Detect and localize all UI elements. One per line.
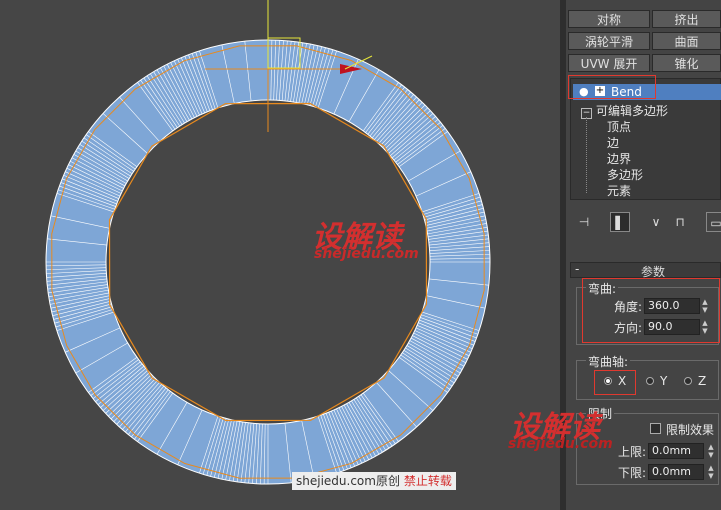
footer-original: 原创 — [375, 474, 400, 488]
inner-gizmo-outline — [108, 102, 428, 422]
axis-z-label: Z — [698, 374, 707, 388]
extrude-button[interactable]: 挤出 — [652, 10, 721, 28]
subobject-vertex[interactable]: 顶点 — [607, 118, 631, 135]
upper-limit-input[interactable]: 0.0mm — [648, 443, 704, 459]
surface-button[interactable]: 曲面 — [652, 32, 721, 50]
upper-limit-spinner[interactable]: ▲ ▼ — [706, 443, 716, 459]
watermark-url: shejiedu.com — [314, 246, 419, 262]
bend-axis-label: 弯曲轴: — [586, 353, 631, 370]
rollout-parameters-header[interactable]: - 参数 — [570, 262, 721, 279]
highlight-bend-params-box — [582, 278, 720, 343]
stack-item-editable-poly[interactable]: − 可编辑多边形 — [581, 102, 668, 119]
subobject-element[interactable]: 元素 — [607, 182, 631, 199]
axis-z-radio[interactable] — [684, 377, 692, 385]
watermark-url-2: shejiedu.com — [508, 436, 613, 452]
uvw-unwrap-button[interactable]: UVW 展开 — [568, 54, 650, 72]
symmetry-button[interactable]: 对称 — [568, 10, 650, 28]
subobject-border[interactable]: 边界 — [607, 150, 631, 167]
tree-line — [586, 117, 588, 193]
configure-sets-icon[interactable]: ▭ — [706, 212, 721, 232]
ring-mesh — [45, 0, 491, 485]
footer-notice: 禁止转载 — [403, 474, 452, 488]
limit-effect-checkbox[interactable] — [650, 423, 661, 434]
3d-viewport[interactable] — [0, 0, 560, 510]
subobject-polygon[interactable]: 多边形 — [607, 166, 643, 183]
lower-limit-spinner[interactable]: ▲ ▼ — [706, 464, 716, 480]
axis-y-label: Y — [660, 374, 668, 388]
pin-stack-icon[interactable]: ⊣ — [574, 212, 594, 232]
axis-y-radio[interactable] — [646, 377, 654, 385]
footer-watermark: shejiedu.com原创 禁止转载 — [292, 472, 456, 490]
highlight-bend-box — [568, 75, 656, 99]
turbosmooth-button[interactable]: 涡轮平滑 — [568, 32, 650, 50]
lower-limit-input[interactable]: 0.0mm — [648, 464, 704, 480]
show-end-result-icon[interactable]: ▌ — [610, 212, 630, 232]
lower-limit-label: 下限: — [618, 466, 647, 480]
remove-modifier-icon[interactable]: ⊓ — [670, 212, 690, 232]
rollout-collapse-icon: - — [575, 262, 580, 276]
ring-inner-edge — [105, 99, 431, 425]
subobject-edge[interactable]: 边 — [607, 134, 619, 151]
highlight-axis-x-box — [594, 370, 636, 395]
stack-toolbar: ⊣ ▌ ∨ ⊓ ▭ — [570, 210, 721, 236]
limit-effect-label: 限制效果 — [666, 423, 715, 437]
make-unique-icon[interactable]: ∨ — [646, 212, 666, 232]
stack-item-editable-poly-label: 可编辑多边形 — [596, 104, 669, 118]
upper-limit-label: 上限: — [618, 445, 647, 459]
taper-button[interactable]: 锥化 — [652, 54, 721, 72]
footer-site: shejiedu.com — [296, 474, 376, 488]
